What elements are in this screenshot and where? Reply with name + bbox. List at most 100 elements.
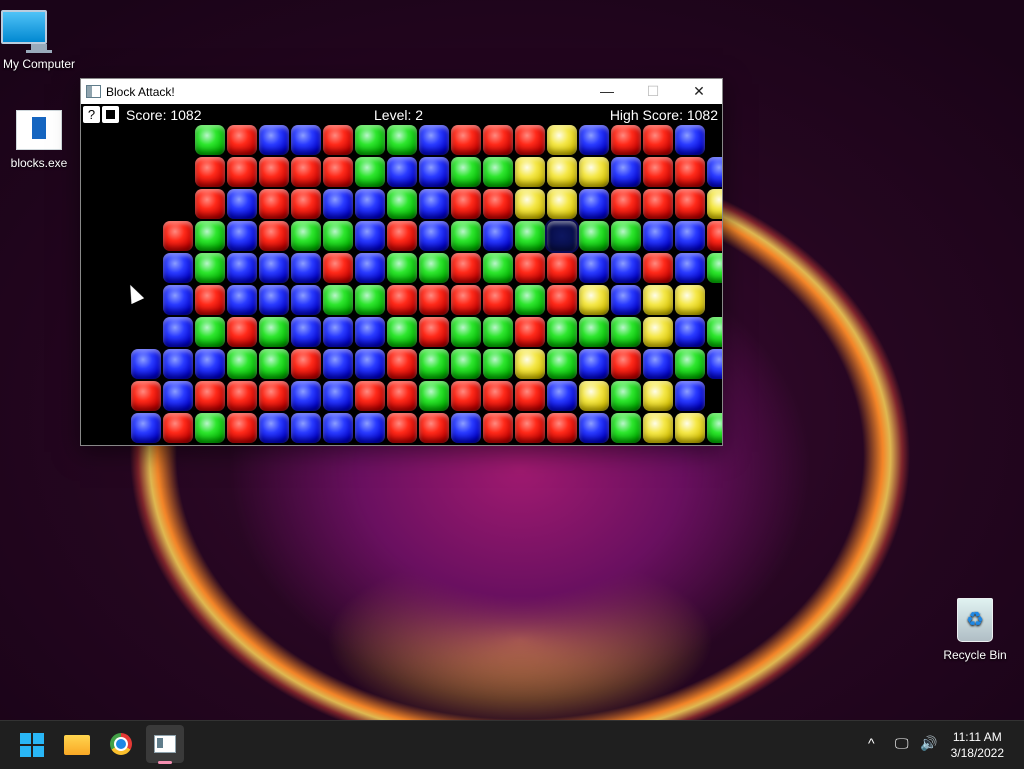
game-block[interactable] <box>675 189 705 219</box>
game-block[interactable] <box>643 317 673 347</box>
game-block[interactable] <box>611 349 641 379</box>
game-block[interactable] <box>323 253 353 283</box>
game-block[interactable] <box>451 413 481 443</box>
game-block[interactable] <box>483 381 513 411</box>
game-block[interactable] <box>579 157 609 187</box>
game-block[interactable] <box>579 221 609 251</box>
game-block[interactable] <box>355 189 385 219</box>
game-block[interactable] <box>419 413 449 443</box>
game-block[interactable] <box>227 253 257 283</box>
game-block[interactable] <box>323 381 353 411</box>
game-block[interactable] <box>547 413 577 443</box>
game-block[interactable] <box>163 285 193 315</box>
game-block[interactable] <box>387 253 417 283</box>
game-block[interactable] <box>451 221 481 251</box>
game-block[interactable] <box>579 285 609 315</box>
game-block[interactable] <box>451 285 481 315</box>
game-canvas[interactable]: ? Score: 1082 Level: 2 High Score: 1082 <box>81 104 722 445</box>
game-block[interactable] <box>259 125 289 155</box>
game-block[interactable] <box>707 189 722 219</box>
game-block[interactable] <box>547 285 577 315</box>
game-block[interactable] <box>483 349 513 379</box>
game-block[interactable] <box>291 157 321 187</box>
game-block[interactable] <box>355 317 385 347</box>
game-block[interactable] <box>579 413 609 443</box>
game-block[interactable] <box>547 189 577 219</box>
game-block[interactable] <box>611 221 641 251</box>
game-block[interactable] <box>451 253 481 283</box>
game-block[interactable] <box>195 349 225 379</box>
game-block[interactable] <box>483 157 513 187</box>
game-block[interactable] <box>323 189 353 219</box>
game-block[interactable] <box>163 221 193 251</box>
game-block[interactable] <box>611 317 641 347</box>
game-block[interactable] <box>387 189 417 219</box>
game-block[interactable] <box>355 349 385 379</box>
game-block[interactable] <box>163 413 193 443</box>
game-block[interactable] <box>579 253 609 283</box>
taskbar-blocks-app[interactable] <box>146 725 184 764</box>
game-block[interactable] <box>419 157 449 187</box>
start-button[interactable] <box>20 733 44 757</box>
game-block[interactable] <box>291 189 321 219</box>
game-block[interactable] <box>675 285 705 315</box>
system-clock[interactable]: 11:11 AM 3/18/2022 <box>951 729 1004 761</box>
game-block[interactable] <box>643 157 673 187</box>
game-block[interactable] <box>291 253 321 283</box>
game-block[interactable] <box>291 125 321 155</box>
minimize-button[interactable]: — <box>584 79 630 104</box>
game-block[interactable] <box>323 349 353 379</box>
game-block[interactable] <box>195 189 225 219</box>
game-block[interactable] <box>387 349 417 379</box>
game-block[interactable] <box>419 317 449 347</box>
game-block[interactable] <box>419 221 449 251</box>
game-block[interactable] <box>259 381 289 411</box>
game-block[interactable] <box>291 317 321 347</box>
game-block[interactable] <box>515 285 545 315</box>
desktop-icon-recycle-bin[interactable]: ♻ Recycle Bin <box>937 598 1013 662</box>
game-block[interactable] <box>643 381 673 411</box>
help-button[interactable]: ? <box>83 106 100 123</box>
game-block[interactable] <box>483 285 513 315</box>
game-block[interactable] <box>419 189 449 219</box>
game-block[interactable] <box>195 253 225 283</box>
game-block[interactable] <box>707 349 722 379</box>
desktop-icon-blocks-exe[interactable]: blocks.exe <box>1 110 77 170</box>
game-block[interactable] <box>675 317 705 347</box>
game-block[interactable] <box>611 413 641 443</box>
game-block[interactable] <box>483 189 513 219</box>
game-block[interactable] <box>195 381 225 411</box>
game-block[interactable] <box>419 381 449 411</box>
game-block[interactable] <box>451 189 481 219</box>
game-block[interactable] <box>259 253 289 283</box>
game-block[interactable] <box>131 349 161 379</box>
game-block[interactable] <box>643 349 673 379</box>
game-block[interactable] <box>323 413 353 443</box>
selected-block[interactable] <box>545 219 579 253</box>
game-block[interactable] <box>611 125 641 155</box>
game-block[interactable] <box>131 381 161 411</box>
game-block[interactable] <box>259 349 289 379</box>
game-block[interactable] <box>419 285 449 315</box>
game-block[interactable] <box>515 253 545 283</box>
game-block[interactable] <box>227 317 257 347</box>
window-titlebar[interactable]: Block Attack! — ☐ ✕ <box>81 79 722 104</box>
close-button[interactable]: ✕ <box>676 79 722 104</box>
game-block[interactable] <box>675 349 705 379</box>
game-block[interactable] <box>579 317 609 347</box>
game-block[interactable] <box>643 253 673 283</box>
game-block[interactable] <box>163 317 193 347</box>
game-block[interactable] <box>483 253 513 283</box>
game-block[interactable] <box>611 285 641 315</box>
game-block[interactable] <box>675 413 705 443</box>
game-block[interactable] <box>291 349 321 379</box>
game-block[interactable] <box>515 125 545 155</box>
game-block[interactable] <box>355 253 385 283</box>
game-block[interactable] <box>611 253 641 283</box>
game-block[interactable] <box>515 157 545 187</box>
game-block[interactable] <box>163 349 193 379</box>
game-block[interactable] <box>579 349 609 379</box>
game-block[interactable] <box>515 349 545 379</box>
game-block[interactable] <box>643 413 673 443</box>
game-block[interactable] <box>259 221 289 251</box>
